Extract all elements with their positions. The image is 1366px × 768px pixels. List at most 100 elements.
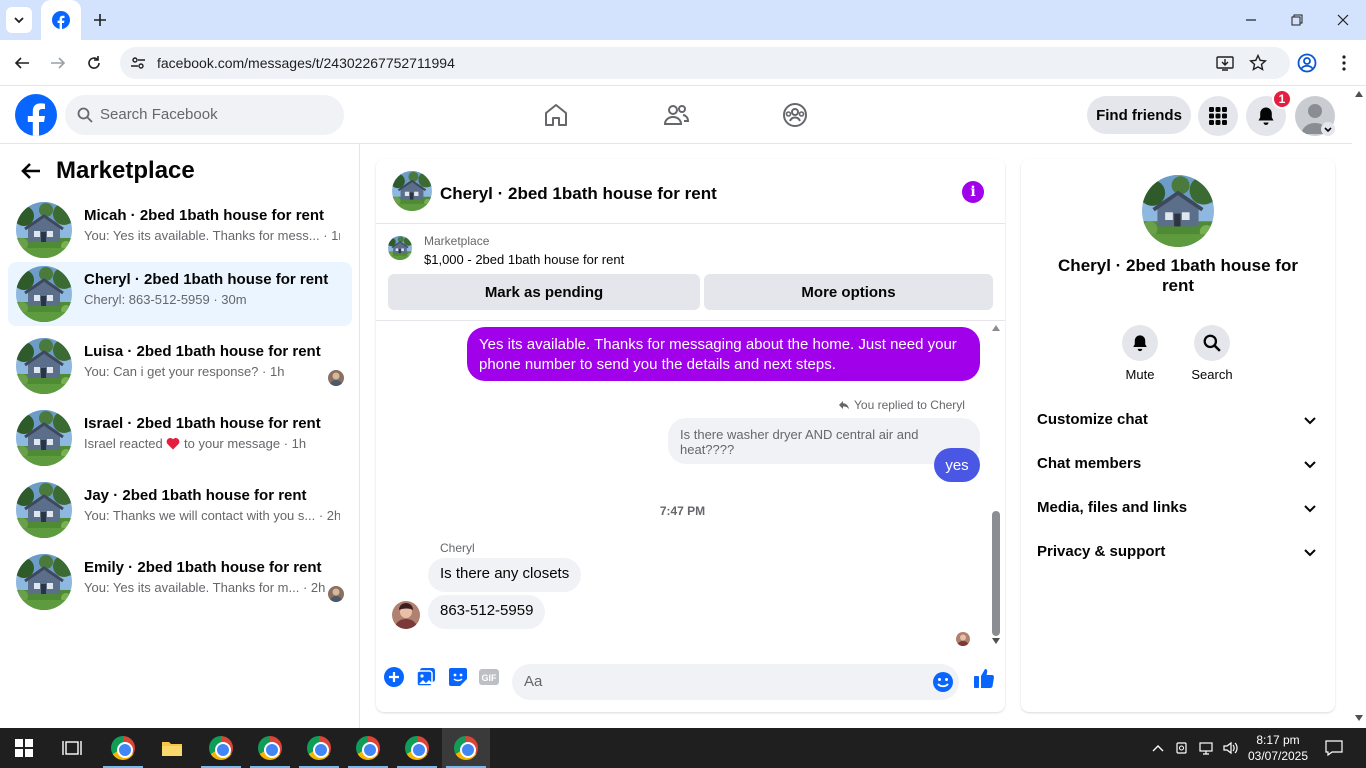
minimize-button[interactable] [1228, 0, 1274, 40]
chat-avatar[interactable] [392, 171, 432, 211]
conversation-preview: Cheryl: 863-512-5959 · 30m [84, 292, 340, 307]
taskbar-chrome-profile-6-active[interactable] [442, 728, 490, 768]
sticker-icon[interactable] [447, 666, 469, 688]
tab-search-dropdown[interactable] [6, 7, 32, 33]
listing-thumbnail[interactable] [388, 236, 412, 260]
conversation-item[interactable]: Micah · 2bed 1bath house for rent You: Ye… [8, 198, 352, 262]
notification-center-button[interactable] [1322, 728, 1346, 768]
back-button[interactable] [8, 49, 36, 77]
message-bubble-incoming[interactable]: Is there any closets [428, 558, 582, 592]
windows-taskbar: 8:17 pm 03/07/2025 [0, 728, 1366, 768]
conversation-preview: You: Yes its available. Thanks for m... … [84, 580, 340, 595]
home-nav-button[interactable] [541, 100, 571, 130]
bookmark-star-icon[interactable] [1248, 53, 1268, 73]
chat-members-section[interactable]: Chat members [1029, 443, 1327, 487]
search-conversation-button[interactable]: Search [1182, 325, 1242, 382]
attach-photo-icon[interactable] [415, 666, 437, 688]
find-friends-button[interactable]: Find friends [1087, 96, 1191, 134]
action-center-icon [1325, 740, 1343, 756]
conversation-thumbnail [16, 338, 72, 394]
conversation-preview-text: You: Can i get your response? · 1h [84, 364, 285, 379]
menu-button[interactable] [1198, 96, 1238, 136]
taskbar-chrome[interactable] [99, 728, 147, 768]
install-app-icon[interactable] [1215, 53, 1235, 73]
arrow-right-icon [51, 57, 66, 69]
browser-menu-button[interactable] [1330, 49, 1358, 77]
conversation-thumbnail [16, 482, 72, 538]
search-label: Search [1191, 367, 1233, 382]
like-thumbs-up-icon[interactable] [972, 666, 996, 690]
scroll-up-icon[interactable] [1355, 91, 1363, 97]
customize-chat-section[interactable]: Customize chat [1029, 399, 1327, 443]
chevron-down-icon [1304, 505, 1316, 513]
forward-button[interactable] [44, 49, 72, 77]
listing-title[interactable]: $1,000 - 2bed 1bath house for rent [424, 252, 624, 267]
chat-title[interactable]: Cheryl · 2bed 1bath house for rent [440, 184, 717, 204]
new-tab-button[interactable] [88, 8, 112, 32]
mark-as-pending-button[interactable]: Mark as pending [388, 274, 700, 310]
message-input-placeholder: Aa [524, 673, 543, 690]
gif-icon[interactable]: GIF [478, 666, 500, 688]
taskbar-chrome-profile-1[interactable] [197, 728, 245, 768]
network-icon[interactable] [1197, 728, 1217, 768]
taskbar-file-explorer[interactable] [148, 728, 196, 768]
media-files-links-section[interactable]: Media, files and links [1029, 487, 1327, 531]
more-actions-plus-icon[interactable] [383, 666, 405, 688]
address-bar[interactable]: facebook.com/messages/t/2430226775271199… [120, 47, 1290, 79]
conversation-thumbnail [16, 554, 72, 610]
emoji-icon[interactable] [932, 671, 954, 693]
conversation-preview: Israel reacted to your message · 1h [84, 436, 340, 451]
taskbar-chrome-profile-2[interactable] [246, 728, 294, 768]
quoted-message[interactable]: Is there washer dryer AND central air an… [668, 418, 980, 464]
conversation-item[interactable]: Israel · 2bed 1bath house for rent Israel… [8, 406, 352, 470]
back-arrow-icon[interactable] [20, 160, 42, 182]
marketplace-listing-bar: Marketplace $1,000 - 2bed 1bath house fo… [376, 224, 1005, 321]
task-view-button[interactable] [48, 728, 96, 768]
conversation-item[interactable]: Luisa · 2bed 1bath house for rent You: Ca… [8, 334, 352, 398]
conversation-item[interactable]: Emily · 2bed 1bath house for rent You: Ye… [8, 550, 352, 614]
reload-button[interactable] [80, 49, 108, 77]
page-scrollbar[interactable] [1352, 86, 1366, 728]
thread-scrollbar[interactable] [989, 321, 1003, 653]
scroll-down-icon[interactable] [1355, 715, 1363, 721]
conversation-preview-a: Israel reacted [84, 436, 163, 451]
mute-button[interactable]: Mute [1110, 325, 1170, 382]
info-icon[interactable]: i [962, 181, 984, 203]
friends-nav-button[interactable] [661, 100, 691, 130]
taskbar-chrome-profile-3[interactable] [295, 728, 343, 768]
conversation-item[interactable]: Cheryl · 2bed 1bath house for rent Cheryl… [8, 262, 352, 326]
volume-icon[interactable] [1221, 728, 1241, 768]
profile-button[interactable] [1293, 49, 1321, 77]
conversation-item[interactable]: Jay · 2bed 1bath house for rent You: Than… [8, 478, 352, 542]
meet-now-icon[interactable] [1172, 728, 1192, 768]
groups-nav-button[interactable] [780, 100, 810, 130]
show-hidden-icons-button[interactable] [1148, 728, 1168, 768]
restore-button[interactable] [1274, 0, 1320, 40]
sender-avatar[interactable] [392, 601, 420, 629]
close-window-button[interactable] [1320, 0, 1366, 40]
start-button[interactable] [0, 728, 48, 768]
friends-icon [663, 105, 689, 125]
message-bubble-outgoing-reply[interactable]: yes [934, 448, 980, 482]
facebook-logo[interactable] [15, 94, 57, 136]
site-info-icon[interactable] [128, 53, 148, 73]
scroll-up-icon[interactable] [992, 325, 1000, 331]
facebook-search-bar[interactable]: Search Facebook [65, 95, 344, 135]
taskbar-chrome-profile-4[interactable] [344, 728, 392, 768]
message-input[interactable]: Aa [512, 664, 959, 700]
chat-details-avatar[interactable] [1142, 175, 1214, 247]
more-options-button[interactable]: More options [704, 274, 993, 310]
message-bubble-incoming-phone[interactable]: 863-512-5959 [428, 595, 546, 629]
chevron-down-icon [1304, 417, 1316, 425]
privacy-support-section[interactable]: Privacy & support [1029, 531, 1327, 575]
conversation-name: Jay · 2bed 1bath house for rent [84, 487, 307, 504]
system-clock[interactable]: 8:17 pm 03/07/2025 [1246, 732, 1310, 764]
scrollbar-thumb[interactable] [992, 511, 1000, 636]
taskbar-chrome-profile-5[interactable] [393, 728, 441, 768]
url-text[interactable]: facebook.com/messages/t/2430226775271199… [157, 55, 455, 71]
message-bubble-outgoing[interactable]: Yes its available. Thanks for messaging … [467, 327, 980, 381]
reply-indicator-text: You replied to Cheryl [854, 398, 965, 412]
scroll-down-icon[interactable] [992, 638, 1000, 644]
profile-icon [1297, 53, 1317, 73]
browser-tab-facebook[interactable] [41, 0, 81, 40]
